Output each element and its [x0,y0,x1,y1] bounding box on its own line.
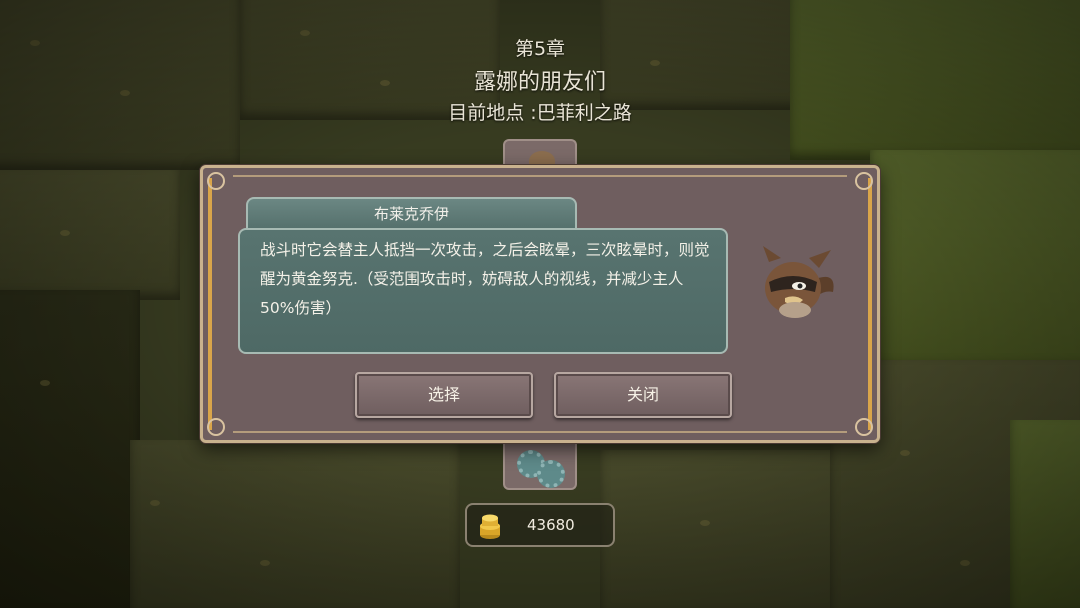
gear-icon [537,460,565,488]
sparrow-pet-icon [763,246,834,318]
select-button[interactable]: 选择 [355,372,533,418]
grass-block [870,150,1080,370]
gold-amount: 43680 [527,516,575,534]
chapter-title: 露娜的朋友们 [473,70,606,95]
pet-description: 战斗时它会替主人抵挡一次攻击，之后会眩晕，三次眩晕时，则觉醒为黄金努克.（受范围… [238,228,728,354]
chapter-number: 第5章 [514,38,566,60]
corner-ornament [207,418,225,436]
gold-counter: 43680 [465,503,615,547]
corner-ornament [855,418,873,436]
pet-name: 布莱克乔伊 [246,197,577,229]
terrain-block [0,170,180,300]
terrain-block [0,290,140,608]
corner-ornament [855,172,873,190]
pet-info-dialog: 布莱克乔伊 战斗时它会替主人抵挡一次攻击，之后会眩晕，三次眩晕时，则觉醒为黄金努… [200,165,880,443]
gold-coin-stack-icon [480,514,500,539]
close-button[interactable]: 关闭 [554,372,732,418]
grass-block [1010,420,1080,608]
game-scene: 第5章 露娜的朋友们 目前地点 :巴菲利之路 布莱克乔伊 战斗时它会替主人抵挡一… [0,0,1080,608]
terrain-block [600,450,840,608]
terrain-block [130,440,460,608]
corner-ornament [207,172,225,190]
current-location: 目前地点 :巴菲利之路 [448,102,632,124]
settings-card-behind [503,444,577,490]
